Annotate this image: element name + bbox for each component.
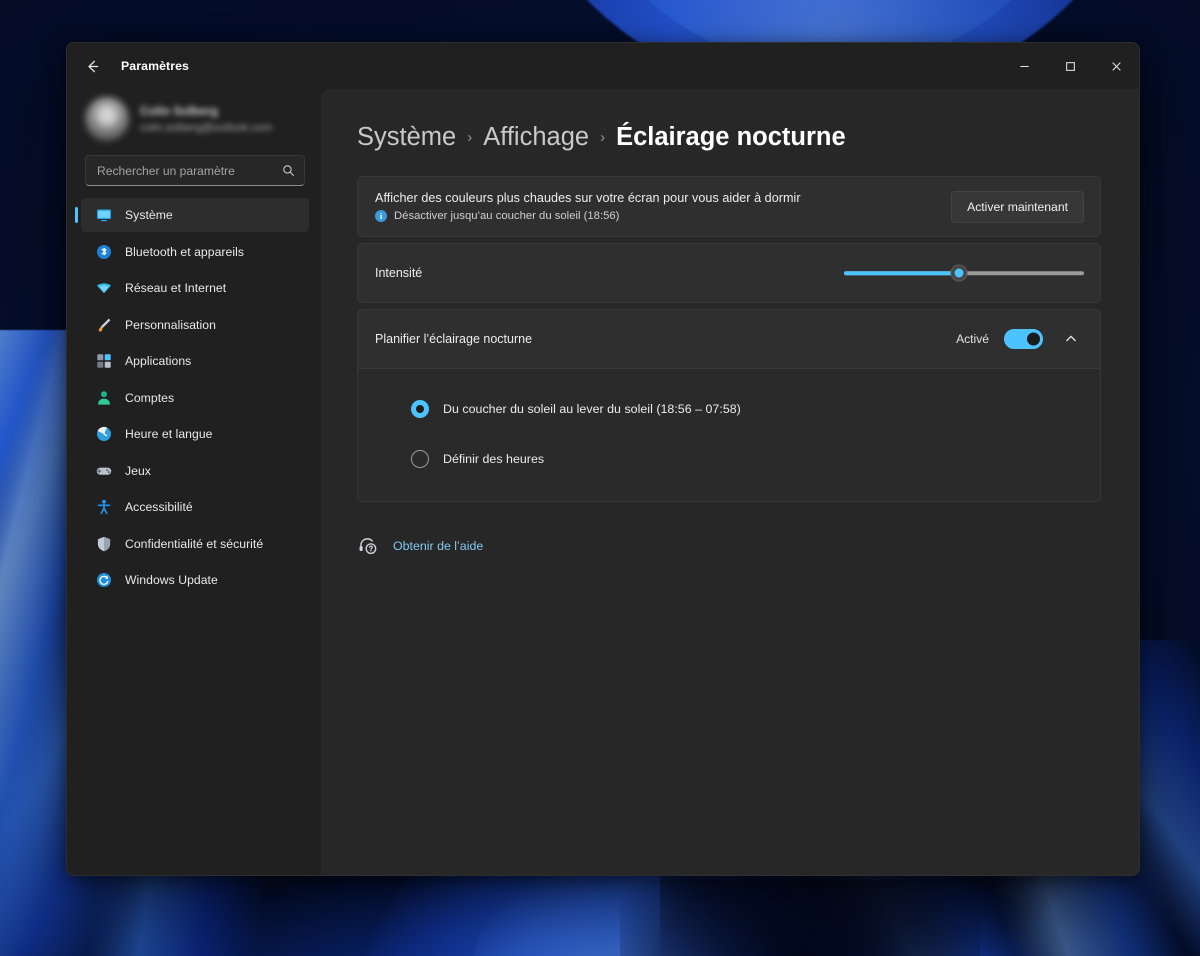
schedule-card: Planifier l’éclairage nocturne Activé (357, 309, 1101, 369)
search-box[interactable] (85, 155, 305, 186)
gamepad-icon (95, 462, 112, 479)
minimize-icon (1019, 65, 1029, 67)
radio-button-selected[interactable] (411, 400, 429, 418)
sidebar-item-systeme[interactable]: Système (81, 198, 309, 232)
search-input[interactable] (97, 163, 276, 178)
sidebar-item-label: Confidentialité et sécurité (125, 536, 264, 551)
sidebar-nav: Système Bluetooth et appareils Réseau et… (67, 198, 321, 600)
update-icon (95, 572, 112, 589)
accessibility-icon (95, 499, 112, 516)
chevron-right-icon-2: › (600, 129, 606, 146)
close-button[interactable] (1093, 43, 1139, 89)
sidebar-item-label: Comptes (125, 390, 175, 405)
app-title: Paramètres (121, 59, 189, 73)
slider-thumb[interactable] (950, 264, 968, 282)
status-card-row: Afficher des couleurs plus chaudes sur v… (358, 177, 1100, 236)
breadcrumb-parent[interactable]: Affichage (483, 123, 589, 152)
wallpaper-center-shadow (620, 880, 980, 956)
sidebar-item-label: Personnalisation (125, 317, 216, 332)
schedule-option-label: Du coucher du soleil au lever du soleil … (443, 402, 741, 416)
sidebar-item-label: Jeux (125, 463, 151, 478)
sidebar-item-comptes[interactable]: Comptes (81, 381, 309, 415)
search-icon (282, 164, 295, 177)
profile-name: Colin Solberg (140, 104, 218, 118)
option-spacer (358, 427, 1100, 441)
window-controls (1001, 43, 1139, 89)
schedule-option-label: Définir des heures (443, 452, 545, 466)
sidebar-item-accessibilite[interactable]: Accessibilité (81, 490, 309, 524)
sidebar-item-confidentialite-et-securite[interactable]: Confidentialité et sécurité (81, 527, 309, 561)
bluetooth-icon (95, 243, 112, 260)
schedule-option-sunset-sunrise[interactable]: Du coucher du soleil au lever du soleil … (358, 391, 1100, 427)
sidebar-item-jeux[interactable]: Jeux (81, 454, 309, 488)
sidebar-item-label: Applications (125, 354, 192, 368)
apps-grid-icon (95, 353, 112, 370)
sidebar: Colin Solberg colin.solberg@outlook.com (67, 89, 321, 875)
sidebar-item-label: Bluetooth et appareils (125, 244, 244, 259)
person-icon (95, 389, 112, 406)
chevron-up-icon[interactable] (1058, 326, 1084, 352)
slider-fill (844, 271, 960, 275)
monitor-icon (95, 207, 112, 224)
schedule-toggle-state: Activé (956, 332, 989, 346)
sidebar-item-label: Windows Update (125, 573, 218, 587)
sidebar-item-label: Système (125, 208, 173, 222)
schedule-card-row[interactable]: Planifier l’éclairage nocturne Activé (358, 310, 1100, 368)
schedule-label: Planifier l’éclairage nocturne (375, 332, 533, 346)
status-card-title: Afficher des couleurs plus chaudes sur v… (375, 191, 801, 205)
night-light-status-card: Afficher des couleurs plus chaudes sur v… (357, 176, 1101, 237)
info-circle-icon: i (375, 210, 387, 222)
window-titlebar: Paramètres (67, 43, 1139, 89)
minimize-button[interactable] (1001, 43, 1047, 89)
shield-icon (95, 535, 112, 552)
sidebar-item-reseau-et-internet[interactable]: Réseau et Internet (81, 271, 309, 305)
breadcrumb: Système › Affichage › Éclairage nocturne (357, 123, 1101, 152)
schedule-options-panel: Du coucher du soleil au lever du soleil … (357, 369, 1101, 502)
sidebar-item-label: Réseau et Internet (125, 281, 227, 295)
wifi-icon (95, 280, 112, 297)
status-card-subtitle-row: i Désactiver jusqu’au coucher du soleil … (375, 210, 951, 222)
page-title: Éclairage nocturne (616, 123, 846, 151)
sidebar-item-label: Heure et langue (125, 427, 213, 441)
window-body: Colin Solberg colin.solberg@outlook.com (67, 89, 1139, 875)
schedule-option-set-hours[interactable]: Définir des heures (358, 441, 1100, 477)
activate-now-button[interactable]: Activer maintenant (951, 190, 1084, 223)
sidebar-item-heure-et-langue[interactable]: Heure et langue (81, 417, 309, 451)
maximize-button[interactable] (1047, 43, 1093, 89)
support-headset-icon (358, 536, 377, 555)
strength-slider[interactable] (844, 261, 1084, 285)
maximize-icon (1065, 61, 1075, 71)
search-container (67, 155, 321, 186)
profile-email: colin.solberg@outlook.com (140, 122, 273, 134)
profile-text: Colin Solberg colin.solberg@outlook.com (140, 104, 272, 134)
breadcrumb-root[interactable]: Système (357, 123, 456, 152)
settings-window: Paramètres Colin Solberg colin.solberg@o… (66, 42, 1140, 876)
chevron-right-icon-1: › (467, 129, 473, 146)
status-card-subtitle: Désactiver jusqu’au coucher du soleil (1… (394, 210, 620, 222)
arrow-left-icon (87, 60, 98, 72)
status-card-text: Afficher des couleurs plus chaudes sur v… (375, 177, 951, 236)
radio-button-unselected[interactable] (411, 450, 429, 468)
sidebar-item-windows-update[interactable]: Windows Update (81, 563, 309, 597)
back-button[interactable] (75, 51, 109, 81)
sidebar-item-applications[interactable]: Applications (81, 344, 309, 378)
toggle-knob (1027, 332, 1040, 346)
user-profile[interactable]: Colin Solberg colin.solberg@outlook.com (67, 89, 321, 155)
strength-card-row: Intensité (358, 244, 1100, 302)
get-help-link[interactable]: Obtenir de l’aide (357, 536, 1101, 555)
clock-icon (95, 426, 112, 443)
schedule-toggle[interactable] (1004, 329, 1043, 349)
sidebar-item-label: Accessibilité (125, 500, 193, 514)
avatar (85, 97, 129, 141)
content-pane: Système › Affichage › Éclairage nocturne… (321, 89, 1139, 875)
get-help-label: Obtenir de l’aide (393, 538, 484, 553)
sidebar-item-personnalisation[interactable]: Personnalisation (81, 308, 309, 342)
close-icon (1111, 61, 1121, 71)
paintbrush-icon (95, 316, 112, 333)
sidebar-item-bluetooth-et-appareils[interactable]: Bluetooth et appareils (81, 235, 309, 269)
strength-label: Intensité (375, 266, 423, 280)
strength-card: Intensité (357, 243, 1101, 303)
schedule-controls: Activé (956, 326, 1084, 352)
